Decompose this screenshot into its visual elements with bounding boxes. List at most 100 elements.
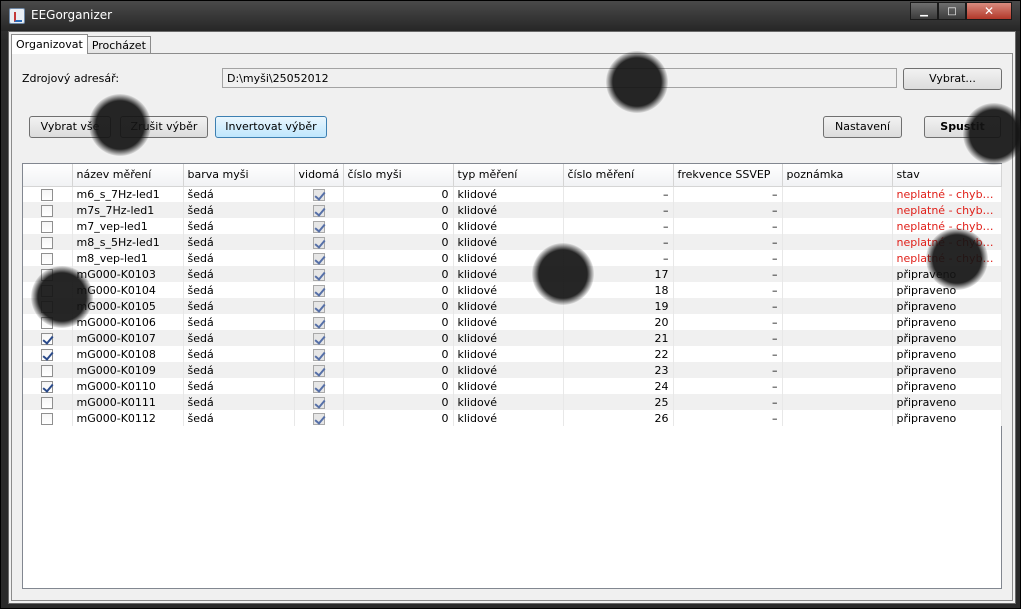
table-row[interactable]: mG000-K0104 šedá 0 klidové 18– připraveno [23,282,1002,298]
row-select-cell[interactable] [23,410,73,426]
col-header-mouse-no[interactable]: číslo myši [343,164,454,187]
row-select-checkbox[interactable] [41,268,54,281]
table-row[interactable]: mG000-K0109 šedá 0 klidové 23– připraveno [23,362,1002,378]
note [782,378,893,394]
ssvep-frequency: – [673,378,783,394]
sighted-checkbox [312,252,325,265]
minimize-button[interactable]: ▁ [910,2,938,20]
sighted-checkbox [312,268,325,281]
title-bar[interactable]: EEGorganizer ▁ □ ✕ [1,1,1020,31]
measurement-name: m8_vep-led1 [72,250,184,266]
col-header-select[interactable] [23,164,73,187]
status: připraveno [892,330,1002,346]
table-row[interactable]: m6_s_7Hz-led1 šedá 0 klidové – – neplatné - ch… [23,186,1002,202]
row-select-checkbox[interactable] [41,412,54,425]
ssvep-frequency: – [673,282,783,298]
mouse-color: šedá [183,282,295,298]
table-row[interactable]: m8_s_5Hz-led1 šedá 0 klidové – – neplatné - ch… [23,234,1002,250]
row-select-checkbox[interactable] [41,348,54,361]
status: připraveno [892,282,1002,298]
select-all-button[interactable]: Vybrat vše [29,116,111,138]
col-header-status[interactable]: stav [892,164,1002,187]
row-select-cell[interactable] [23,266,73,282]
col-header-name[interactable]: název měření [72,164,184,187]
row-select-checkbox[interactable] [41,220,54,233]
status: připraveno [892,346,1002,362]
source-dir-field[interactable]: D:\myši\25052012 [222,68,897,88]
note [782,186,893,202]
row-select-checkbox[interactable] [41,252,54,265]
table-row[interactable]: mG000-K0108 šedá 0 klidové 22– připraveno [23,346,1002,362]
table-row[interactable]: mG000-K0112 šedá 0 klidové 26– připraveno [23,410,1002,426]
table-row[interactable]: mG000-K0106 šedá 0 klidové 20– připraveno [23,314,1002,330]
mouse-number: 0 [343,282,454,298]
measurement-name: m6_s_7Hz-led1 [72,186,184,202]
mouse-number: 0 [343,362,454,378]
mouse-number: 0 [343,202,454,218]
row-select-cell[interactable] [23,202,73,218]
window-title: EEGorganizer [31,8,113,22]
run-button[interactable]: Spustit [924,116,1001,138]
row-select-cell[interactable] [23,394,73,410]
measurement-type: klidové [453,362,564,378]
tab-prochazet[interactable]: Procházet [86,36,151,54]
note [782,266,893,282]
row-select-cell[interactable] [23,250,73,266]
col-header-ssvep[interactable]: frekvence SSVEP [673,164,783,187]
table-row[interactable]: mG000-K0107 šedá 0 klidové 21– připraveno [23,330,1002,346]
table-row[interactable]: mG000-K0103 šedá 0 klidové 17– připraveno [23,266,1002,282]
row-select-cell[interactable] [23,362,73,378]
table-row[interactable]: m7_vep-led1 šedá 0 klidové – – neplatné - chyb… [23,218,1002,234]
close-button[interactable]: ✕ [966,2,1012,20]
invert-selection-button[interactable]: Invertovat výběr [215,116,327,138]
col-header-type[interactable]: typ měření [453,164,564,187]
col-header-note[interactable]: poznámka [782,164,893,187]
table-row[interactable]: m8_vep-led1 šedá 0 klidové – – neplatné - chyb… [23,250,1002,266]
sighted-cell [294,314,344,330]
table-row[interactable]: mG000-K0110 šedá 0 klidové 24– připraveno [23,378,1002,394]
table-row[interactable]: m7s_7Hz-led1 šedá 0 klidové – – neplatné - chy… [23,202,1002,218]
table-row[interactable]: mG000-K0111 šedá 0 klidové 25– připraveno [23,394,1002,410]
row-select-checkbox[interactable] [41,236,54,249]
row-select-cell[interactable] [23,378,73,394]
row-select-checkbox[interactable] [41,284,54,297]
ssvep-frequency: – [673,186,783,202]
tab-strip: Organizovat Procházet [11,34,151,54]
row-select-checkbox[interactable] [41,332,54,345]
table-row[interactable]: mG000-K0105 šedá 0 klidové 19– připraveno [23,298,1002,314]
col-header-measure-no[interactable]: číslo měření [563,164,674,187]
sighted-checkbox [312,316,325,329]
deselect-button[interactable]: Zrušit výběr [120,116,208,138]
row-select-checkbox[interactable] [41,204,54,217]
row-select-checkbox[interactable] [41,380,54,393]
mouse-number: 0 [343,234,454,250]
measurement-number: – [563,234,674,250]
row-select-cell[interactable] [23,298,73,314]
row-select-cell[interactable] [23,186,73,202]
row-select-checkbox[interactable] [41,396,54,409]
ssvep-frequency: – [673,234,783,250]
row-select-cell[interactable] [23,282,73,298]
settings-button[interactable]: Nastavení [823,116,902,138]
measurement-name: mG000-K0111 [72,394,184,410]
row-select-cell[interactable] [23,330,73,346]
row-select-cell[interactable] [23,218,73,234]
row-select-checkbox[interactable] [41,364,54,377]
row-select-cell[interactable] [23,346,73,362]
measurement-type: klidové [453,202,564,218]
col-header-sighted[interactable]: vidomá [294,164,344,187]
browse-button[interactable]: Vybrat... [903,68,1002,90]
tab-organizovat[interactable]: Organizovat [11,34,88,54]
row-select-checkbox[interactable] [41,316,54,329]
row-select-checkbox[interactable] [41,188,54,201]
measurements-table[interactable]: název měření barva myši vidomá číslo myš… [22,163,1002,589]
note [782,410,893,426]
mouse-number: 0 [343,346,454,362]
row-select-cell[interactable] [23,234,73,250]
row-select-checkbox[interactable] [41,300,54,313]
sighted-checkbox [312,188,325,201]
col-header-color[interactable]: barva myši [183,164,295,187]
row-select-cell[interactable] [23,314,73,330]
ssvep-frequency: – [673,394,783,410]
maximize-button[interactable]: □ [938,2,966,20]
